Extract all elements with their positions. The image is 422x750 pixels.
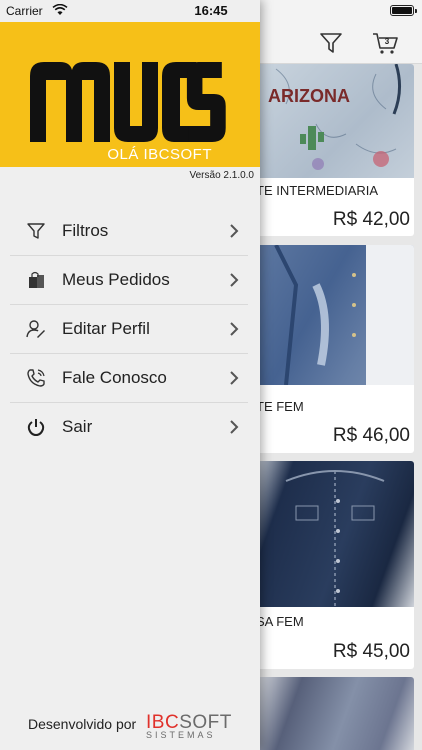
product-card[interactable]: SA FEM R$ 45,00 [256, 461, 414, 669]
product-price: R$ 42,00 [332, 209, 410, 230]
chevron-right-icon [230, 371, 239, 385]
clock: 16:45 [194, 3, 228, 18]
product-image [256, 245, 414, 386]
phone-icon [27, 369, 45, 387]
menu-item-label: Filtros [62, 221, 109, 240]
menu-item-label: Meus Pedidos [62, 270, 170, 289]
footer-text: Desenvolvido por [28, 716, 137, 732]
mucs-logo [30, 62, 226, 142]
battery-icon [390, 5, 417, 16]
chevron-right-icon [230, 224, 239, 238]
side-drawer: OLÁ IBCSOFT Versão 2.1.0.0 Filtros Meus … [0, 0, 260, 750]
menu-item-label: Sair [62, 417, 93, 436]
filter-icon[interactable] [318, 30, 344, 56]
product-name: TE INTERMEDIARIA [256, 183, 379, 198]
filter-icon [27, 223, 45, 239]
menu-item-filtros[interactable]: Filtros [10, 207, 248, 256]
menu-item-meus-pedidos[interactable]: Meus Pedidos [10, 256, 248, 305]
product-image [256, 461, 414, 607]
power-icon [27, 419, 45, 437]
greeting-text: OLÁ IBCSOFT [107, 146, 212, 163]
product-print-text: ARIZONA [268, 86, 350, 106]
ibcsoft-logo: IBCSOFT SISTEMAS [146, 712, 232, 740]
product-price: R$ 46,00 [332, 425, 410, 446]
user-edit-icon [26, 320, 45, 338]
menu-item-label: Fale Conosco [62, 368, 167, 387]
shopping-bag-icon [29, 271, 44, 288]
chevron-right-icon [230, 273, 239, 287]
drawer-header: OLÁ IBCSOFT [0, 22, 260, 167]
product-image [256, 677, 414, 750]
chevron-right-icon [230, 420, 239, 434]
product-name: TE FEM [256, 399, 304, 414]
chevron-right-icon [230, 322, 239, 336]
developer-footer: Desenvolvido por IBCSOFT SISTEMAS [28, 712, 248, 746]
product-price: R$ 45,00 [332, 641, 410, 662]
version-label: Versão 2.1.0.0 [189, 170, 255, 181]
drawer-menu: Filtros Meus Pedidos Editar Perfil Fale … [10, 207, 248, 452]
product-card[interactable]: TE FEM R$ 46,00 [256, 245, 414, 453]
product-image: ARIZONA [256, 64, 414, 178]
status-bar: Carrier 16:45 [0, 0, 422, 22]
product-card[interactable] [256, 677, 414, 750]
menu-item-sair[interactable]: Sair [10, 403, 248, 452]
menu-item-label: Editar Perfil [62, 319, 150, 338]
product-name: SA FEM [256, 614, 304, 629]
cart-count-badge: 3 [384, 37, 390, 46]
menu-item-editar-perfil[interactable]: Editar Perfil [10, 305, 248, 354]
menu-item-fale-conosco[interactable]: Fale Conosco [10, 354, 248, 403]
product-card[interactable]: ARIZONA TE INTERMEDIARIA R$ 42,00 [256, 64, 414, 236]
